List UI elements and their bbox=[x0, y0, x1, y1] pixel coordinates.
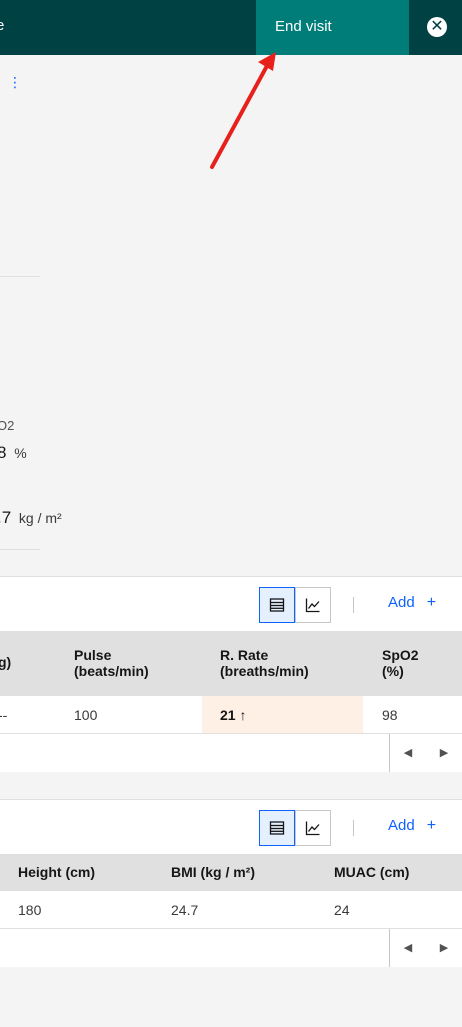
end-visit-button[interactable]: End visit bbox=[256, 0, 409, 55]
table-pagination: ◀ ▶ bbox=[0, 929, 462, 967]
header-line: R. Rate bbox=[220, 647, 269, 663]
line-chart-icon bbox=[305, 821, 320, 836]
table-view-icon bbox=[269, 598, 285, 612]
plus-icon: + bbox=[426, 817, 437, 834]
table-cell: 180 bbox=[18, 902, 42, 918]
chart-view-button[interactable] bbox=[295, 810, 331, 846]
column-header-bmi: BMI (kg / m²) bbox=[171, 864, 255, 880]
header-line: (beats/min) bbox=[74, 663, 149, 679]
table-row: 180 24.7 24 bbox=[0, 891, 462, 929]
previous-page-button[interactable]: ◀ bbox=[390, 929, 426, 967]
bmi-number: .7 bbox=[0, 508, 12, 527]
header-line: (%) bbox=[382, 663, 404, 679]
caret-left-icon: ◀ bbox=[403, 942, 413, 954]
column-header-muac: MUAC (cm) bbox=[334, 864, 410, 880]
next-page-button[interactable]: ▶ bbox=[426, 734, 462, 772]
flagged-table-cell: 21 ↑ bbox=[220, 707, 247, 723]
table-cell: 100 bbox=[74, 707, 98, 723]
plus-icon: + bbox=[426, 594, 437, 611]
add-vitals-button[interactable]: Add + bbox=[388, 594, 436, 612]
close-circle-icon: ✕ bbox=[427, 17, 447, 37]
header-line: (breaths/min) bbox=[220, 663, 309, 679]
chevron-right-icon[interactable]: › bbox=[0, 333, 1, 349]
vitals-table-header: g) Pulse (beats/min) R. Rate (breaths/mi… bbox=[0, 631, 462, 696]
section-divider bbox=[0, 276, 40, 277]
previous-page-button[interactable]: ◀ bbox=[390, 734, 426, 772]
header-line: Pulse bbox=[74, 647, 112, 663]
bmi-value: .7 kg / m² bbox=[0, 508, 62, 528]
column-header-bp: g) bbox=[0, 654, 12, 670]
add-biometrics-button[interactable]: Add + bbox=[388, 817, 436, 835]
line-chart-icon bbox=[305, 598, 320, 613]
biometrics-table-header: Height (cm) BMI (kg / m²) MUAC (cm) bbox=[0, 854, 462, 891]
column-header-spo2: SpO2 (%) bbox=[382, 647, 419, 679]
spo2-unit: % bbox=[14, 445, 27, 461]
table-pagination: ◀ ▶ bbox=[0, 734, 462, 772]
close-button[interactable]: ✕ bbox=[409, 0, 462, 55]
bmi-label: I bbox=[0, 483, 1, 498]
biometrics-panel: Add + Height (cm) BMI (kg / m²) MUAC (cm)… bbox=[0, 799, 462, 967]
more-options-icon[interactable]: ⋮ bbox=[8, 72, 22, 92]
toolbar-separator bbox=[353, 820, 354, 836]
add-label: Add bbox=[388, 817, 415, 834]
header-line: SpO2 bbox=[382, 647, 419, 663]
caret-left-icon: ◀ bbox=[403, 747, 413, 759]
table-view-icon bbox=[269, 821, 285, 835]
table-view-button[interactable] bbox=[259, 587, 295, 623]
table-row: -- 100 21 ↑ 98 bbox=[0, 696, 462, 734]
table-cell: -- bbox=[0, 707, 8, 723]
table-cell: 24 bbox=[334, 902, 350, 918]
column-header-height: Height (cm) bbox=[18, 864, 95, 880]
spo2-number: 8 bbox=[0, 443, 7, 462]
column-header-pulse: Pulse (beats/min) bbox=[74, 647, 149, 679]
chart-view-button[interactable] bbox=[295, 587, 331, 623]
spo2-value: 8 % bbox=[0, 443, 27, 463]
column-header-respiratory-rate: R. Rate (breaths/min) bbox=[220, 647, 309, 679]
vitals-panel: Add + g) Pulse (beats/min) R. Rate (breat… bbox=[0, 576, 462, 772]
section-divider bbox=[0, 549, 40, 550]
next-page-button[interactable]: ▶ bbox=[426, 929, 462, 967]
add-label: Add bbox=[388, 594, 415, 611]
table-cell: 98 bbox=[382, 707, 398, 723]
table-view-button[interactable] bbox=[259, 810, 295, 846]
caret-right-icon: ▶ bbox=[439, 942, 449, 954]
table-cell: 24.7 bbox=[171, 902, 199, 918]
caret-right-icon: ▶ bbox=[439, 747, 449, 759]
bmi-unit: kg / m² bbox=[18, 510, 62, 526]
spo2-label: O2 bbox=[0, 418, 15, 433]
toolbar-separator bbox=[353, 597, 354, 613]
annotation-arrow bbox=[210, 52, 276, 169]
header-title-fragment: e bbox=[0, 17, 5, 34]
